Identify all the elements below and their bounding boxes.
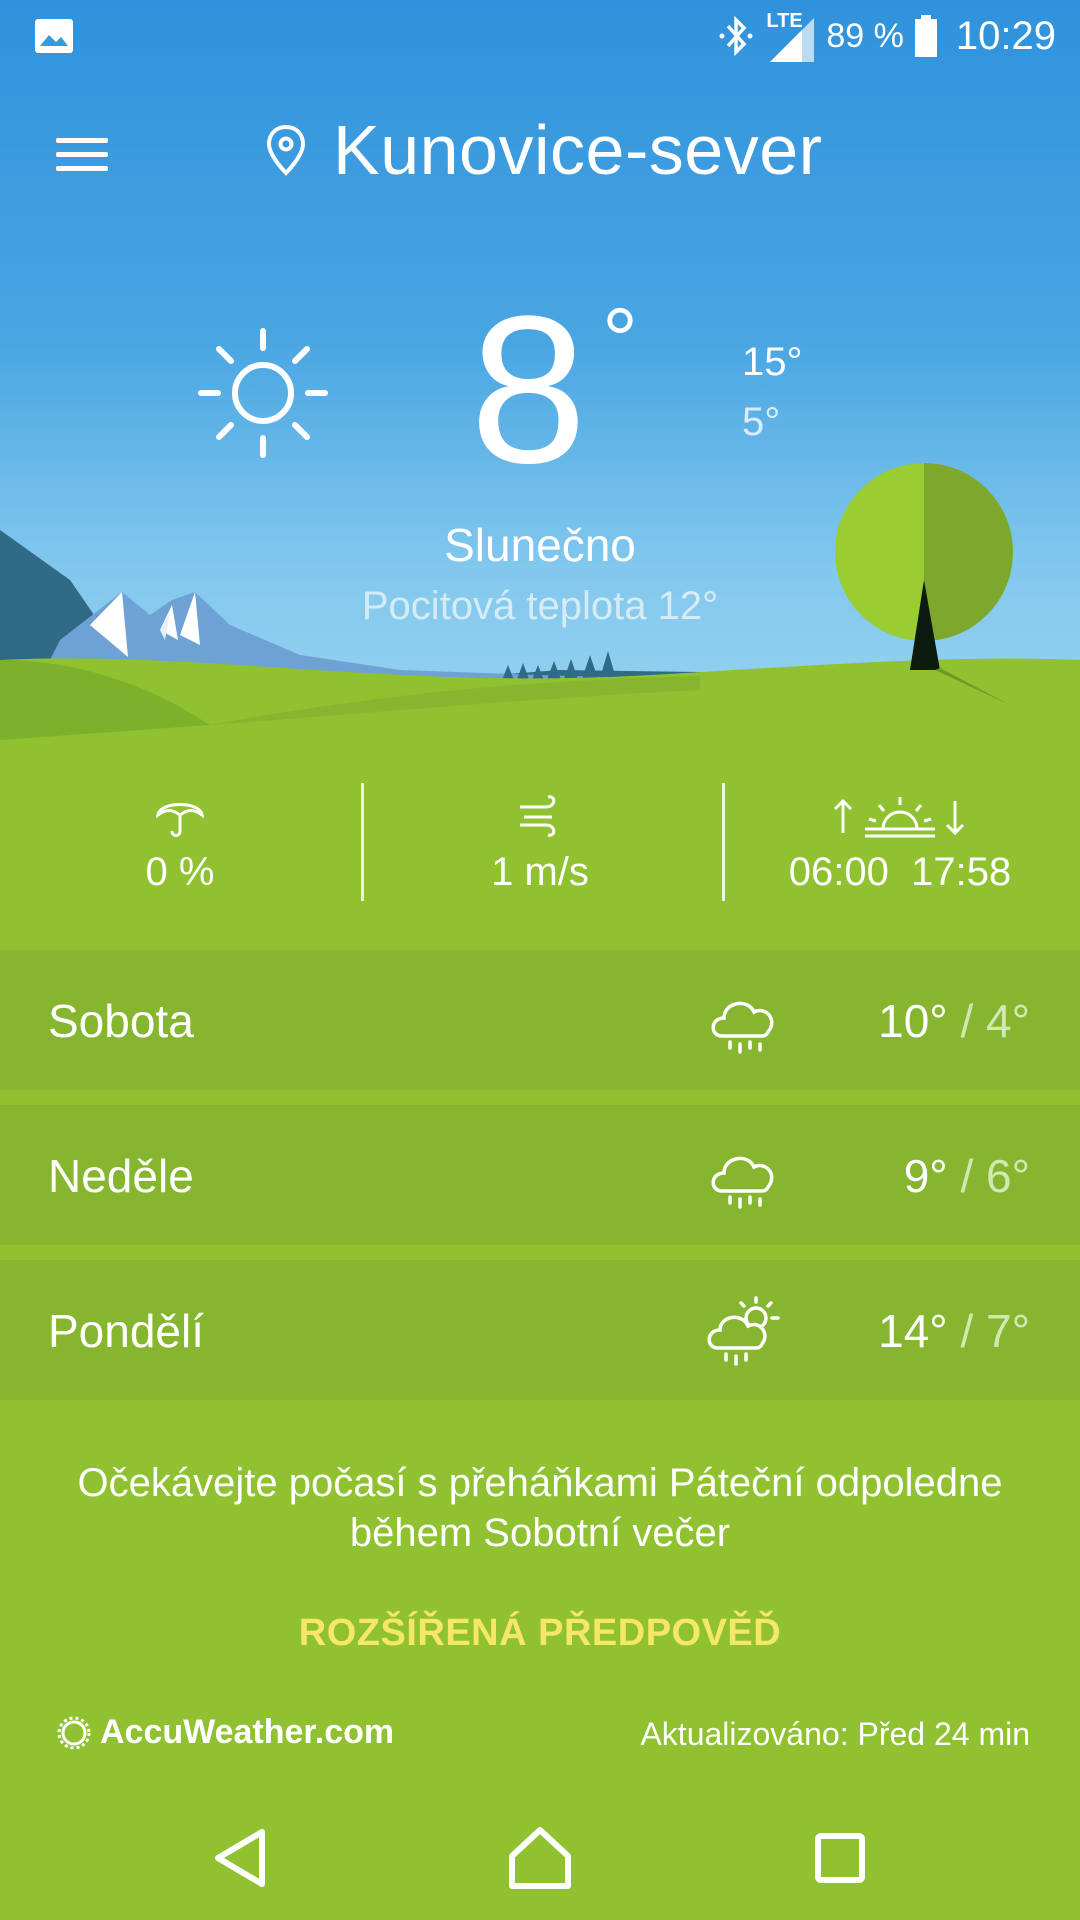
condition-text: Slunečno — [444, 519, 636, 571]
wind-detail: 1 m/s — [360, 775, 720, 925]
partly-sunny-rain-icon — [707, 1296, 780, 1366]
extended-forecast-button[interactable]: ROZŠÍŘENÁ PŘEDPOVĚĎ — [0, 1612, 1080, 1655]
brand-label: AccuWeather.com — [100, 1713, 395, 1751]
sun-times-value: 06:00 17:58 — [720, 850, 1080, 895]
current-temperature: 8 — [470, 272, 587, 507]
forecast-low: 7° — [986, 1305, 1030, 1357]
precipitation-value: 0 % — [145, 850, 215, 894]
forecast-high: 9° — [903, 1150, 948, 1202]
temp-separator: / — [960, 1305, 974, 1357]
home-icon[interactable] — [500, 1818, 580, 1898]
battery-percent: 89 % — [826, 16, 904, 55]
wind-value: 1 m/s — [491, 850, 589, 894]
lte-signal-icon: LTE — [766, 10, 816, 62]
divider — [722, 783, 725, 901]
precipitation-detail: 0 % — [0, 775, 360, 925]
menu-icon — [56, 138, 108, 143]
temp-separator: / — [960, 995, 974, 1047]
battery-icon — [914, 15, 937, 57]
sun-times-detail: 06:00 17:58 — [720, 775, 1080, 925]
accuweather-sun-icon — [57, 1716, 91, 1749]
forecast-low: 4° — [986, 995, 1030, 1047]
recent-apps-icon[interactable] — [800, 1818, 880, 1898]
forecast-temps: 10° / 4° — [878, 994, 1030, 1048]
wind-icon — [520, 795, 556, 837]
sunset-time: 17:58 — [911, 850, 1012, 894]
back-icon[interactable] — [200, 1818, 280, 1898]
forecast-headline: Očekávejte počasí s přeháňkami Páteční o… — [77, 1461, 1003, 1555]
low-temperature: 5° — [742, 400, 781, 444]
forecast-row[interactable]: Sobota 10° / 4° — [0, 950, 1080, 1090]
forecast-day: Neděle — [48, 1150, 194, 1202]
forecast-high: 14° — [878, 1305, 948, 1357]
menu-button[interactable] — [52, 130, 112, 178]
forecast-temps: 14° / 7° — [878, 1304, 1030, 1358]
forecast-row[interactable]: Pondělí 14° / 7° — [0, 1260, 1080, 1400]
forecast-low: 6° — [986, 1150, 1030, 1202]
feels-like-text: Pocitová teplota 12° — [361, 584, 719, 628]
location-pin-icon — [266, 124, 306, 176]
status-bar: LTE 89 % 10:29 — [0, 0, 1080, 72]
menu-icon-bar — [56, 152, 108, 157]
gallery-icon — [35, 19, 73, 53]
sun-icon — [198, 328, 328, 458]
navigation-bar — [0, 1790, 1080, 1920]
forecast-day: Pondělí — [48, 1305, 205, 1357]
location-name: Kunovice-sever — [333, 111, 823, 189]
bluetooth-icon — [719, 15, 753, 57]
divider — [361, 783, 364, 901]
umbrella-icon — [155, 803, 205, 837]
degree-symbol: ° — [602, 291, 638, 391]
forecast-day: Sobota — [48, 995, 194, 1047]
cloud-rain-icon — [711, 1156, 774, 1209]
sunrise-sunset-icon — [833, 797, 965, 838]
temp-separator: / — [960, 1150, 974, 1202]
details-panel: 0 % 1 m/s 06:00 17:58 — [0, 775, 1080, 925]
clock: 10:29 — [955, 13, 1056, 58]
forecast-row[interactable]: Neděle 9° / 6° — [0, 1105, 1080, 1245]
sunrise-time: 06:00 — [788, 850, 889, 894]
forecast-high: 10° — [878, 995, 948, 1047]
cloud-rain-icon — [711, 1001, 774, 1054]
location-header[interactable]: Kunovice-sever — [265, 110, 822, 190]
menu-icon-bar — [56, 166, 108, 171]
updated-text: Aktualizováno: Před 24 min — [640, 1716, 1030, 1752]
high-temperature: 15° — [742, 340, 803, 384]
accuweather-logo[interactable]: AccuWeather.com — [56, 1713, 394, 1752]
forecast-temps: 9° / 6° — [904, 1149, 1030, 1203]
